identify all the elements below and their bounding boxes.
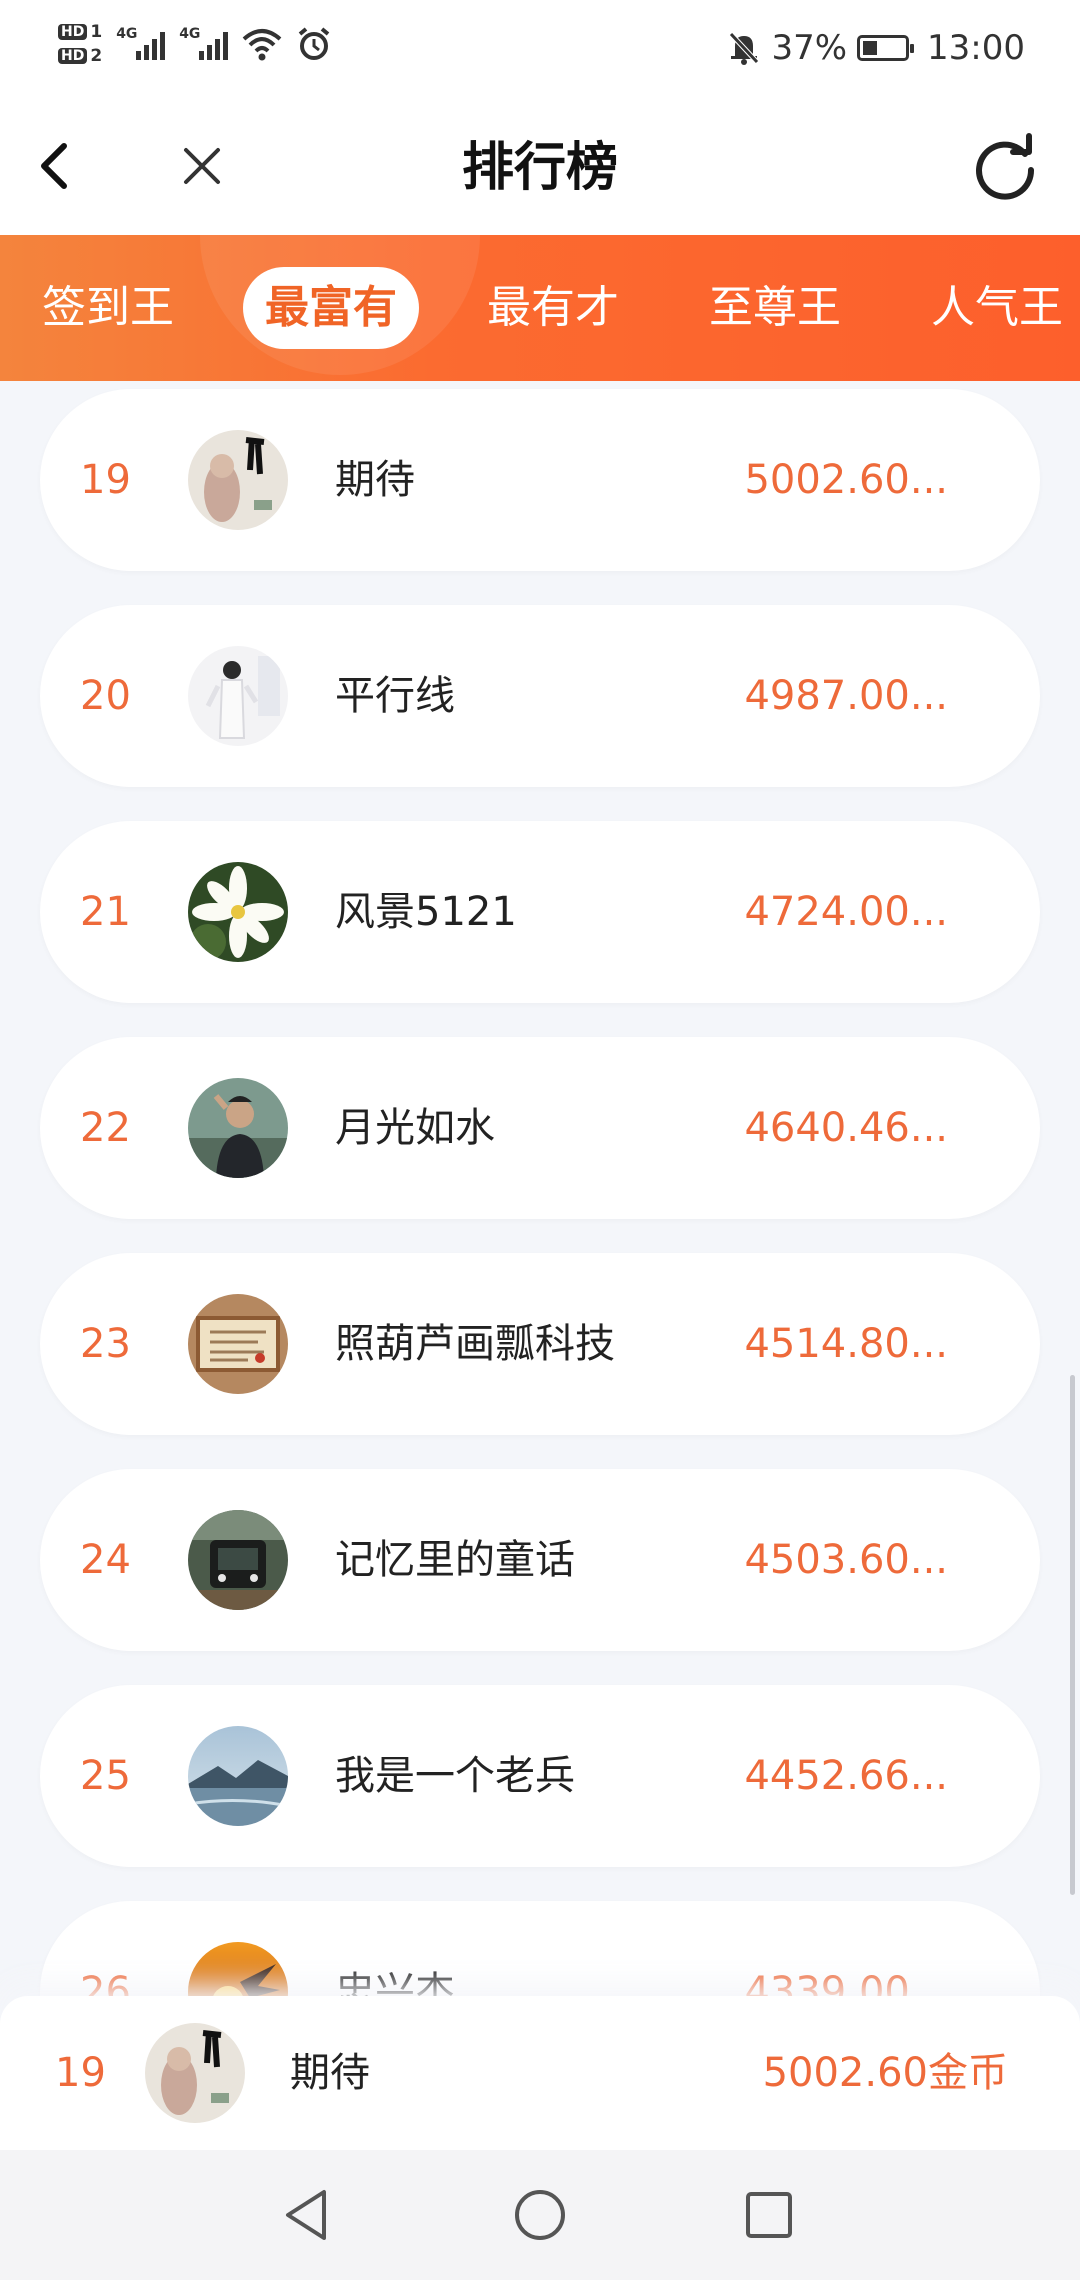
coin-amount: 4339.00...	[744, 1969, 948, 1996]
circle-home-icon	[515, 2190, 565, 2240]
avatar[interactable]	[188, 646, 288, 746]
my-coin-amount: 5002.60金币	[762, 2050, 1008, 2096]
triangle-back-icon	[286, 2190, 326, 2240]
list-item[interactable]: 20 平行线 4987.00...	[40, 605, 1040, 787]
system-back-button[interactable]	[274, 2180, 344, 2250]
tab-most-talented[interactable]: 最有才	[487, 267, 619, 349]
clock-time: 13:00	[927, 27, 1025, 68]
network-type-2: 4G	[179, 26, 201, 42]
hd-label-1: HD	[58, 24, 88, 40]
square-recents-icon	[746, 2192, 792, 2238]
wifi-icon	[242, 29, 282, 61]
coin-amount: 4514.80...	[744, 1321, 948, 1367]
status-right: 37% 13:00	[727, 20, 1025, 75]
my-rank-bar: 19 期待 5002.60金币	[0, 1996, 1080, 2150]
battery-icon	[857, 34, 915, 61]
avatar[interactable]	[188, 1942, 288, 1996]
coin-amount: 4503.60...	[744, 1537, 948, 1583]
avatar[interactable]	[188, 1726, 288, 1826]
hd-sim1: HD 1	[58, 22, 102, 42]
rank-number: 25	[80, 1753, 131, 1799]
user-name: 记忆里的童话	[335, 1537, 575, 1583]
ranking-list[interactable]: 19 期待 5002.60... 20 平行线 4987.00... 21 风景…	[0, 381, 1080, 1996]
my-rank-number: 19	[55, 2050, 106, 2096]
category-tabs: 签到王 最富有 最有才 至尊王 人气王	[0, 235, 1080, 381]
mute-bell-icon	[729, 31, 760, 65]
scrollbar[interactable]	[1070, 1375, 1075, 1895]
tab-popularity-king[interactable]: 人气王	[931, 267, 1063, 349]
user-name: 平行线	[335, 673, 455, 719]
coin-amount: 4987.00...	[744, 673, 948, 719]
avatar[interactable]	[188, 1294, 288, 1394]
avatar[interactable]	[188, 862, 288, 962]
refresh-icon	[976, 133, 1035, 200]
sim2-label: 2	[90, 46, 103, 66]
coin-amount: 5002.60...	[744, 457, 948, 503]
signal-icon: 4G	[116, 26, 166, 60]
list-item[interactable]: 22 月光如水 4640.46...	[40, 1037, 1040, 1219]
tab-checkin-king[interactable]: 签到王	[42, 267, 174, 349]
avatar[interactable]	[188, 430, 288, 530]
user-name: 月光如水	[335, 1105, 495, 1151]
hd-indicators: HD 1 HD 2	[58, 22, 102, 66]
list-item[interactable]: 21 风景5121 4724.00...	[40, 821, 1040, 1003]
hd-sim2: HD 2	[58, 46, 102, 66]
user-name: 期待	[335, 457, 415, 503]
list-item[interactable]: 19 期待 5002.60...	[40, 389, 1040, 571]
battery-percent: 37%	[771, 27, 848, 68]
user-name: 照葫芦画瓢科技	[335, 1321, 615, 1367]
rank-number: 22	[80, 1105, 131, 1151]
my-user-name: 期待	[290, 2050, 370, 2096]
my-avatar[interactable]	[145, 2023, 245, 2123]
user-name: 风景5121	[335, 889, 517, 935]
list-item[interactable]: 26 忠兴杰 4339.00...	[40, 1901, 1040, 1996]
rank-number: 26	[80, 1969, 131, 1996]
status-left: HD 1 HD 2 4G 4G	[58, 14, 332, 74]
rank-number: 20	[80, 673, 131, 719]
system-navigation-bar	[0, 2150, 1080, 2280]
coin-amount: 4724.00...	[744, 889, 948, 935]
user-name: 我是一个老兵	[335, 1753, 575, 1799]
avatar[interactable]	[188, 1510, 288, 1610]
coin-amount: 4452.66...	[744, 1753, 948, 1799]
avatar[interactable]	[188, 1078, 288, 1178]
tab-supreme-king[interactable]: 至尊王	[709, 267, 841, 349]
coin-amount: 4640.46...	[744, 1105, 948, 1151]
list-item[interactable]: 25 我是一个老兵 4452.66...	[40, 1685, 1040, 1867]
tab-richest[interactable]: 最富有	[243, 267, 419, 349]
nav-bar: 排行榜	[0, 95, 1080, 235]
alarm-icon	[298, 27, 330, 60]
status-bar: HD 1 HD 2 4G 4G 37% 13:00	[0, 0, 1080, 95]
user-name: 忠兴杰	[335, 1969, 455, 1996]
sim1-label: 1	[90, 22, 103, 42]
signal-icon-2: 4G	[179, 26, 229, 60]
rank-number: 24	[80, 1537, 131, 1583]
rank-number: 23	[80, 1321, 131, 1367]
rank-number: 21	[80, 889, 131, 935]
network-type-1: 4G	[116, 26, 138, 42]
list-item[interactable]: 24 记忆里的童话 4503.60...	[40, 1469, 1040, 1651]
refresh-button[interactable]	[969, 130, 1041, 202]
system-recents-button[interactable]	[734, 2180, 804, 2250]
page-title: 排行榜	[461, 138, 618, 198]
rank-number: 19	[80, 457, 131, 503]
list-item[interactable]: 23 照葫芦画瓢科技 4514.80...	[40, 1253, 1040, 1435]
hd-label-2: HD	[58, 48, 88, 64]
system-home-button[interactable]	[505, 2180, 575, 2250]
